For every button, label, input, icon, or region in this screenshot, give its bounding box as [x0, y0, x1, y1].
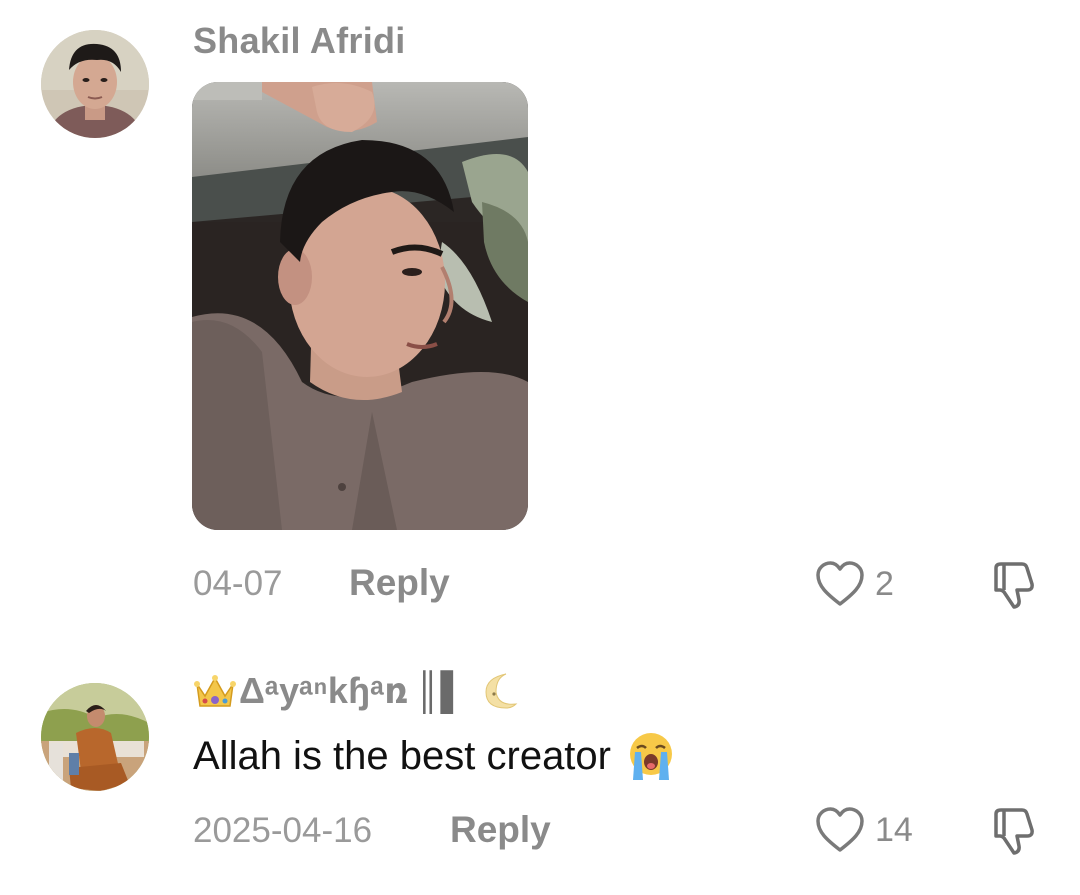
comment-date: 2025-04-16 [193, 811, 373, 850]
dislike-button[interactable] [988, 806, 1040, 861]
thumbs-down-outline-icon [994, 808, 1034, 855]
crown-emoji [194, 675, 236, 707]
username-suffix: ║▌ [414, 670, 467, 711]
comment-text: Allah is the best creator [193, 733, 611, 778]
like-count: 14 [875, 810, 913, 849]
reply-button[interactable]: Reply [450, 809, 551, 851]
avatar[interactable] [41, 683, 149, 791]
crescent-moon-emoji [485, 673, 518, 709]
avatar-image [41, 683, 149, 791]
heart-outline-icon [816, 807, 864, 852]
comment-text-row: Allah is the best creator [193, 730, 677, 782]
comment-item: Δᵃyᵃⁿkɧᵃռ ║▌ Allah is the best creator 2… [0, 0, 1080, 895]
like-button[interactable]: 14 [815, 806, 913, 854]
loudly-crying-face-emoji [630, 733, 672, 780]
comment-username[interactable]: Δᵃyᵃⁿkɧᵃռ ║▌ [193, 670, 520, 712]
username-text: Δᵃyᵃⁿkɧᵃռ [239, 670, 409, 711]
